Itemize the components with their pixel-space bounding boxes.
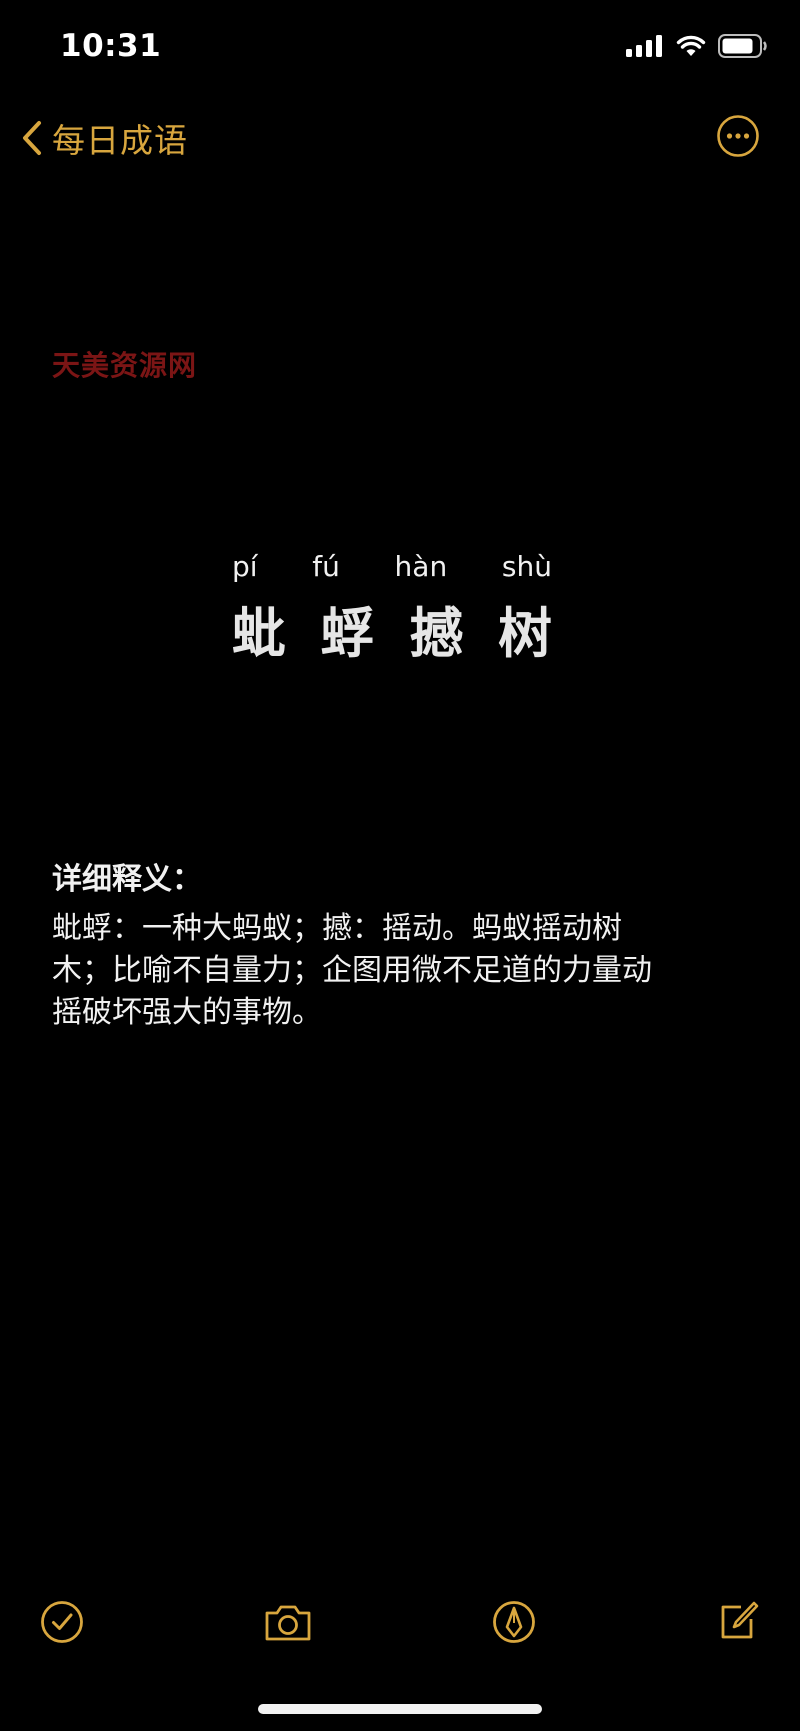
definition-line: 蚍蜉：一种大蚂蚁；撼：摇动。蚂蚁摇动树 bbox=[52, 911, 622, 946]
cellular-signal-icon bbox=[626, 35, 662, 57]
compose-icon[interactable] bbox=[714, 1598, 762, 1646]
pinyin-syllable: fú bbox=[312, 550, 340, 583]
checklist-icon[interactable] bbox=[38, 1598, 86, 1646]
battery-icon bbox=[718, 34, 767, 58]
wifi-icon bbox=[676, 35, 706, 56]
home-indicator[interactable] bbox=[258, 1704, 542, 1714]
pinyin-row: pí fú hàn shù bbox=[232, 550, 552, 583]
pinyin-syllable: shù bbox=[501, 550, 552, 583]
more-ellipsis-icon[interactable] bbox=[716, 114, 760, 158]
definition-line: 摇破坏强大的事物。 bbox=[52, 995, 322, 1030]
definition-line: 木；比喻不自量力；企图用微不足道的力量动 bbox=[52, 953, 652, 988]
watermark: 天美资源网 bbox=[52, 349, 198, 382]
status-icons bbox=[626, 34, 768, 58]
bottom-toolbar bbox=[0, 1590, 800, 1650]
idiom-character: 撼 bbox=[409, 602, 464, 665]
back-button[interactable]: 每日成语 bbox=[22, 114, 188, 162]
idiom-character: 蜉 bbox=[320, 602, 375, 665]
definition-body: 蚍蜉：一种大蚂蚁；撼：摇动。蚂蚁摇动树 木；比喻不自量力；企图用微不足道的力量动… bbox=[52, 908, 732, 1034]
idiom: pí fú hàn shù 蚍 蜉 撼 树 bbox=[232, 550, 552, 668]
pinyin-syllable: pí bbox=[232, 550, 258, 583]
chevron-left-icon bbox=[23, 121, 41, 155]
nav-bar: 每日成语 bbox=[0, 100, 800, 180]
definition-section: 详细释义： 蚍蜉：一种大蚂蚁；撼：摇动。蚂蚁摇动树 木；比喻不自量力；企图用微不… bbox=[52, 854, 732, 1034]
pinyin-syllable: hàn bbox=[394, 550, 448, 583]
definition-heading: 详细释义： bbox=[52, 862, 202, 897]
status-bar: 10:31 bbox=[0, 0, 800, 96]
markup-pen-icon[interactable] bbox=[490, 1598, 538, 1646]
idiom-character: 蚍 bbox=[232, 602, 286, 665]
camera-icon[interactable] bbox=[262, 1598, 314, 1646]
chars-row: 蚍 蜉 撼 树 bbox=[232, 589, 552, 668]
back-label: 每日成语 bbox=[52, 121, 188, 160]
status-time: 10:31 bbox=[60, 28, 162, 64]
idiom-character: 树 bbox=[497, 602, 552, 665]
